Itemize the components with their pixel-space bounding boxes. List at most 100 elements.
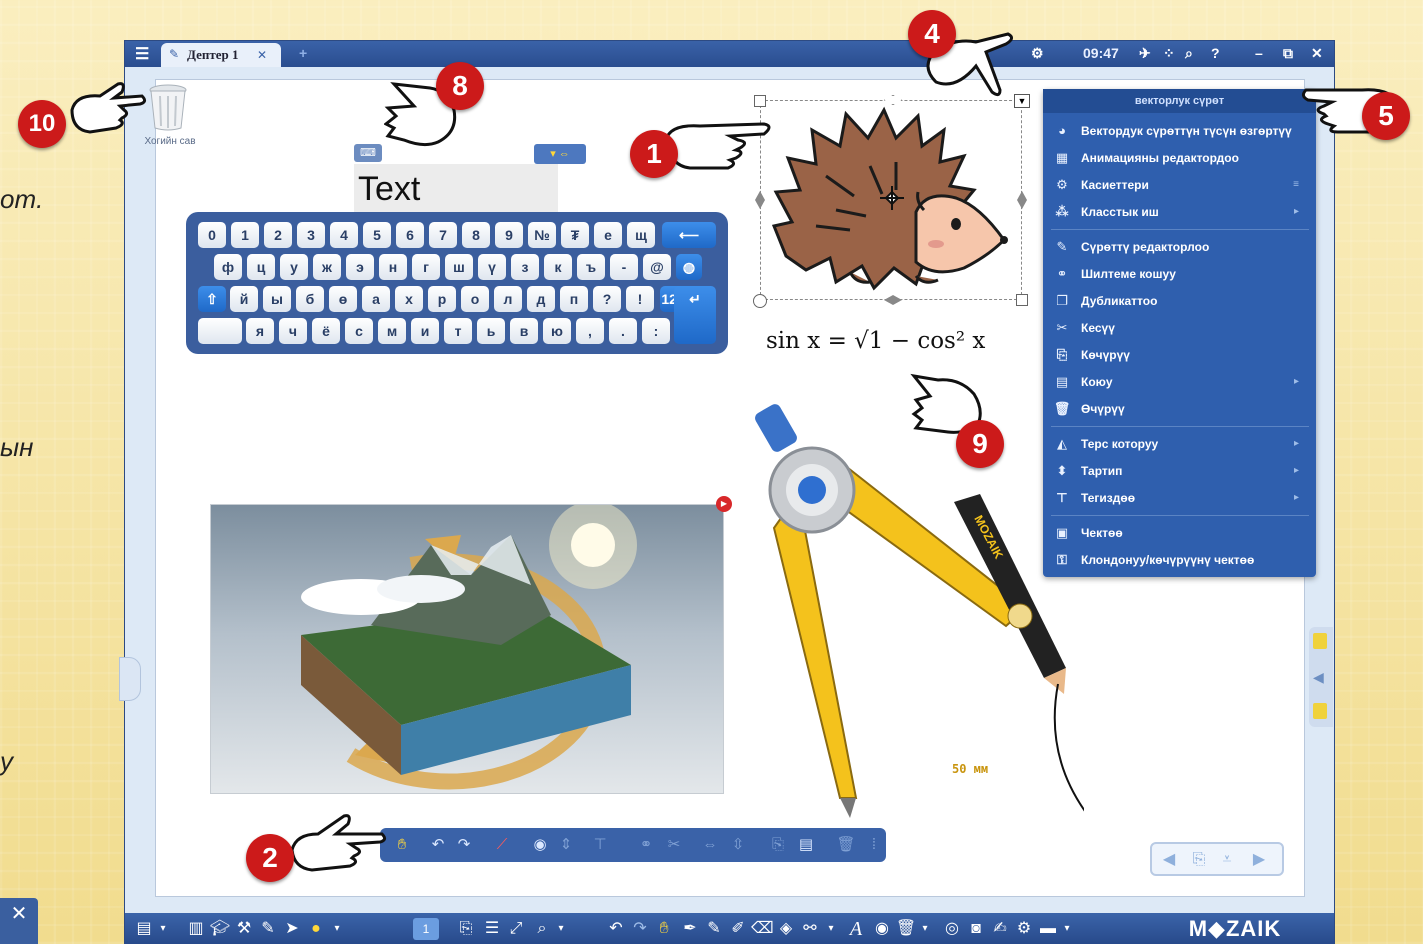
key[interactable]: ы: [263, 286, 291, 312]
key[interactable]: а: [362, 286, 390, 312]
menu-item[interactable]: ▦ Анимацияны редактордоо: [1051, 146, 1313, 170]
redo-icon[interactable]: ↷: [452, 833, 476, 857]
key[interactable]: к: [544, 254, 572, 280]
color-icon[interactable]: ⟋: [490, 833, 514, 857]
menu-item[interactable]: ⊤ Тегиздөө ▸: [1051, 486, 1313, 510]
dropdown-icon[interactable]: ▾: [555, 918, 567, 940]
redo-icon[interactable]: ↷: [629, 918, 651, 940]
key[interactable]: щ: [627, 222, 655, 248]
notes-icon[interactable]: ✎: [257, 918, 279, 940]
undo-icon[interactable]: ↶: [605, 918, 627, 940]
drag-handle[interactable]: ⁞: [862, 833, 886, 857]
hedgehog-image[interactable]: [766, 106, 1016, 296]
key[interactable]: ц: [247, 254, 275, 280]
menu-item[interactable]: ▣ Чектөө: [1051, 521, 1313, 545]
key[interactable]: 6: [396, 222, 424, 248]
backspace-key[interactable]: ⟵: [662, 222, 716, 248]
globe-key[interactable]: ◍: [676, 254, 702, 280]
key[interactable]: р: [428, 286, 456, 312]
menu-item[interactable]: ⁂ Класстык иш ▸: [1051, 200, 1313, 224]
key[interactable]: -: [610, 254, 638, 280]
brush-icon[interactable]: ✍︎: [989, 918, 1011, 940]
lightbulb-icon[interactable]: ●: [305, 918, 327, 940]
color-bar-icon[interactable]: ▬: [1037, 918, 1059, 940]
key[interactable]: ж: [313, 254, 341, 280]
previous-page-icon[interactable]: ◀: [1158, 850, 1180, 870]
flip-icon[interactable]: ⇔: [698, 833, 722, 857]
key[interactable]: ф: [214, 254, 242, 280]
next-page-icon[interactable]: ▶: [1248, 850, 1270, 870]
menu-item[interactable]: ◭ Терс которуу ▸: [1051, 432, 1313, 456]
dropdown-icon[interactable]: ▾: [919, 918, 931, 940]
menu-item[interactable]: ⚙ Касиеттери ≡: [1051, 173, 1313, 197]
dropdown-icon[interactable]: ▾: [157, 918, 169, 940]
order-icon[interactable]: ⇕: [554, 833, 578, 857]
circle-tool-icon[interactable]: ◉: [871, 918, 893, 940]
key[interactable]: л: [494, 286, 522, 312]
tab-notebook-1[interactable]: ✎ Дептер 1 ✕: [161, 43, 281, 67]
key[interactable]: 4: [330, 222, 358, 248]
shift-key[interactable]: ⇧: [198, 286, 226, 312]
page-menu-icon[interactable]: ☰: [481, 918, 503, 940]
menu-item[interactable]: ✎ Сүрөттү редакторлоо: [1051, 235, 1313, 259]
library-icon[interactable]: ▥: [185, 918, 207, 940]
presentation-icon[interactable]: ▤: [133, 918, 155, 940]
key[interactable]: .: [609, 318, 637, 344]
key[interactable]: @: [643, 254, 671, 280]
key[interactable]: м: [378, 318, 406, 344]
delete-icon[interactable]: 🗑︎: [895, 918, 917, 940]
keyboard-options-button[interactable]: ▾ ⇔: [534, 144, 586, 164]
key[interactable]: 7: [429, 222, 457, 248]
key[interactable]: н: [379, 254, 407, 280]
key[interactable]: у: [280, 254, 308, 280]
rotate-handle[interactable]: [753, 294, 767, 308]
key[interactable]: з: [511, 254, 539, 280]
sharing-icon[interactable]: ➤: [281, 918, 303, 940]
fit-icon[interactable]: ⤢: [505, 918, 527, 940]
key[interactable]: ь: [477, 318, 505, 344]
window-close-button[interactable]: ✕: [1311, 45, 1323, 62]
key[interactable]: ,: [576, 318, 604, 344]
key[interactable]: ю: [543, 318, 571, 344]
key[interactable]: ш: [445, 254, 473, 280]
key[interactable]: я: [246, 318, 274, 344]
key[interactable]: 1: [231, 222, 259, 248]
hand-select-icon[interactable]: ✋︎: [653, 918, 675, 940]
link-icon[interactable]: ⚭: [634, 833, 658, 857]
new-page-icon[interactable]: ⎘: [455, 918, 477, 940]
key[interactable]: ъ: [577, 254, 605, 280]
key[interactable]: в: [510, 318, 538, 344]
properties-icon[interactable]: ◉: [528, 833, 552, 857]
copy-icon[interactable]: ⎘: [766, 833, 790, 857]
shapes-icon[interactable]: ⚯: [799, 918, 821, 940]
key[interactable]: 9: [495, 222, 523, 248]
camera-icon[interactable]: ◙: [965, 918, 987, 940]
key[interactable]: ₮: [561, 222, 589, 248]
menu-item[interactable]: ✂ Кесүү: [1051, 316, 1313, 340]
object-menu-button[interactable]: ▼: [1014, 94, 1030, 108]
key[interactable]: :: [642, 318, 670, 344]
settings-icon[interactable]: ⚙: [1013, 918, 1035, 940]
menu-item[interactable]: ⚭ Шилтеме кошуу: [1051, 262, 1313, 286]
key[interactable]: х: [395, 286, 423, 312]
keyboard-toggle-icon[interactable]: ⌨: [354, 144, 382, 162]
key[interactable]: ү: [478, 254, 506, 280]
right-panel-handle[interactable]: ◀: [1309, 627, 1333, 727]
delete-icon[interactable]: 🗑︎: [834, 833, 858, 857]
mortarboard-icon[interactable]: 🎓︎: [209, 918, 231, 940]
help-icon[interactable]: ?: [1211, 45, 1220, 61]
hamburger-menu-icon[interactable]: ☰: [135, 44, 149, 64]
restore-icon[interactable]: ⧉: [1283, 45, 1293, 62]
search-icon[interactable]: ⌕: [1185, 45, 1193, 62]
page-list-icon[interactable]: [1313, 703, 1327, 719]
left-panel-handle[interactable]: [119, 657, 141, 701]
align-icon[interactable]: ⊤: [588, 833, 612, 857]
dropdown-icon[interactable]: ▾: [825, 918, 837, 940]
space-key[interactable]: [198, 318, 242, 344]
pin-icon[interactable]: ✈: [1139, 45, 1151, 62]
key[interactable]: ?: [593, 286, 621, 312]
key[interactable]: ё: [312, 318, 340, 344]
paste-icon[interactable]: ▤: [794, 833, 818, 857]
math-formula[interactable]: sin x = √1 − cos² x: [766, 328, 985, 354]
screen-cover-icon[interactable]: ◎: [941, 918, 963, 940]
